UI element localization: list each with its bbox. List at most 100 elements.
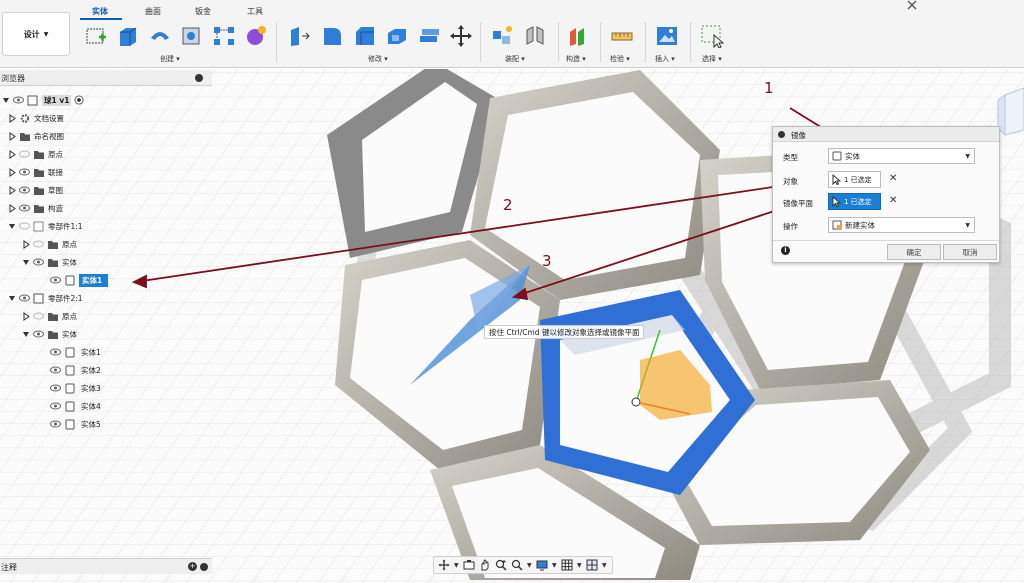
eye-icon[interactable] [33, 330, 44, 338]
tree-item[interactable]: 实体 [22, 326, 77, 342]
caret-right-icon[interactable] [8, 149, 16, 159]
chevron-down-icon[interactable]: ▼ [527, 562, 532, 569]
collapse-icon[interactable] [195, 74, 203, 82]
press-pull-icon[interactable] [287, 24, 311, 48]
close-icon[interactable] [906, 0, 918, 10]
tree-item[interactable]: 实体5 [50, 416, 103, 432]
construct-menu[interactable]: 构造 ▾ [566, 54, 586, 64]
assemble-menu[interactable]: 装配 ▾ [505, 54, 525, 64]
viewports-icon[interactable] [586, 559, 598, 571]
eye-icon[interactable] [50, 420, 61, 428]
eye-hidden-icon[interactable] [19, 150, 30, 158]
eye-icon[interactable] [50, 276, 61, 284]
chevron-down-icon[interactable]: ▼ [602, 562, 607, 569]
look-at-icon[interactable] [463, 559, 475, 571]
ok-button[interactable]: 确定 [887, 244, 941, 260]
clear-plane-icon[interactable]: ✕ [889, 195, 897, 206]
offset-plane-icon[interactable] [566, 24, 590, 48]
tree-item[interactable]: 实体2 [50, 362, 103, 378]
eye-icon[interactable] [19, 294, 30, 302]
tab-sheetmetal[interactable]: 钣金 [195, 6, 211, 17]
add-comment-icon[interactable]: + [188, 562, 197, 571]
chevron-down-icon[interactable]: ▼ [552, 562, 557, 569]
insert-image-icon[interactable] [655, 24, 679, 48]
caret-right-icon[interactable] [8, 113, 16, 123]
radio-icon[interactable] [74, 95, 84, 105]
eye-icon[interactable] [13, 96, 24, 104]
caret-down-icon[interactable] [22, 330, 30, 339]
inspect-menu[interactable]: 检验 ▾ [610, 54, 630, 64]
select-icon[interactable] [700, 24, 724, 48]
chamfer-icon[interactable] [353, 24, 377, 48]
eye-icon[interactable] [50, 402, 61, 410]
collapse-icon[interactable] [200, 563, 208, 571]
tree-item[interactable]: 实体3 [50, 380, 103, 396]
orbit-icon[interactable] [438, 559, 450, 571]
tree-item[interactable]: 文档设置 [8, 110, 64, 126]
create-form-icon[interactable] [244, 24, 268, 48]
tree-item[interactable]: 原点 [8, 146, 63, 162]
combine-icon[interactable] [417, 24, 441, 48]
caret-down-icon[interactable] [8, 294, 16, 303]
tree-item[interactable]: 实体4 [50, 398, 103, 414]
pan-icon[interactable] [479, 559, 491, 571]
origin-point[interactable] [631, 397, 641, 407]
chevron-down-icon[interactable]: ▼ [454, 562, 459, 569]
insert-menu[interactable]: 插入 ▾ [655, 54, 675, 64]
tab-surface[interactable]: 曲面 [145, 6, 161, 17]
grid-icon[interactable] [561, 559, 573, 571]
tree-item[interactable]: 零部件1:1 [8, 218, 83, 234]
tree-item[interactable]: 命名视图 [8, 128, 64, 144]
tree-item[interactable]: 实体 [22, 254, 77, 270]
pattern-icon[interactable] [212, 24, 236, 48]
eye-hidden-icon[interactable] [33, 240, 44, 248]
eye-icon[interactable] [19, 168, 30, 176]
eye-hidden-icon[interactable] [19, 222, 30, 230]
tree-item-selected[interactable]: 实体1 [50, 272, 109, 288]
new-component-icon[interactable] [490, 24, 514, 48]
tree-item[interactable]: 构造 [8, 200, 63, 216]
create-menu[interactable]: 创建 ▾ [160, 54, 180, 64]
objects-selection-button[interactable]: 1 已选定 [828, 171, 881, 188]
tree-root[interactable]: 球1 v1 [2, 92, 84, 108]
modify-menu[interactable]: 修改 ▾ [368, 54, 388, 64]
caret-right-icon[interactable] [22, 311, 30, 321]
tree-item[interactable]: 原点 [22, 236, 77, 252]
eye-hidden-icon[interactable] [33, 312, 44, 320]
create-sketch-icon[interactable] [84, 24, 108, 48]
caret-right-icon[interactable] [8, 203, 16, 213]
hole-icon[interactable] [180, 24, 204, 48]
caret-right-icon[interactable] [22, 239, 30, 249]
operation-select[interactable]: 新建实体 ▼ [828, 217, 975, 233]
revolve-icon[interactable] [148, 24, 172, 48]
eye-icon[interactable] [50, 366, 61, 374]
shell-icon[interactable] [385, 24, 409, 48]
type-select[interactable]: 实体 ▼ [828, 148, 975, 164]
caret-right-icon[interactable] [8, 185, 16, 195]
display-settings-icon[interactable] [536, 559, 548, 571]
caret-down-icon[interactable] [8, 222, 16, 231]
caret-down-icon[interactable] [2, 96, 10, 105]
fit-icon[interactable] [511, 559, 523, 571]
measure-icon[interactable] [610, 24, 634, 48]
cancel-button[interactable]: 取消 [943, 244, 997, 260]
fillet-icon[interactable] [321, 24, 345, 48]
extrude-icon[interactable] [116, 24, 140, 48]
collapse-icon[interactable] [778, 131, 785, 138]
mirror-plane-selection-button[interactable]: 1 已选定 [828, 193, 881, 210]
joint-icon[interactable] [523, 24, 547, 48]
eye-icon[interactable] [50, 384, 61, 392]
eye-icon[interactable] [19, 186, 30, 194]
chevron-down-icon[interactable]: ▼ [577, 562, 582, 569]
eye-icon[interactable] [50, 348, 61, 356]
tab-tools[interactable]: 工具 [247, 6, 263, 17]
info-icon[interactable]: i [781, 246, 790, 255]
tree-item[interactable]: 实体1 [50, 344, 103, 360]
clear-objects-icon[interactable]: ✕ [889, 173, 897, 184]
workspace-switcher[interactable]: 设计 ▼ [2, 12, 70, 56]
dialog-header[interactable]: 镜像 [773, 127, 999, 142]
zoom-icon[interactable] [495, 559, 507, 571]
caret-right-icon[interactable] [8, 167, 16, 177]
tree-item[interactable]: 草图 [8, 182, 63, 198]
tree-item[interactable]: 联接 [8, 164, 63, 180]
